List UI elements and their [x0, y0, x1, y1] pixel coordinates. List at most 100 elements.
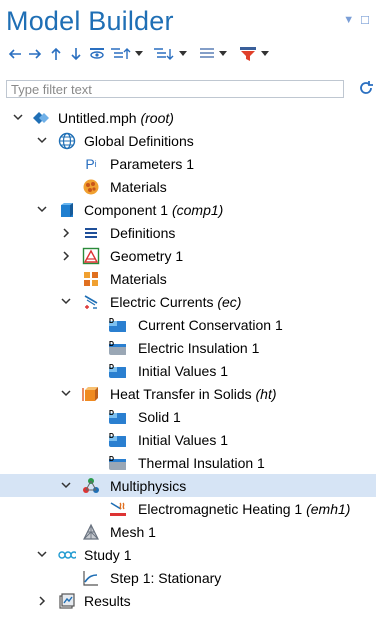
tree-label: Untitled.mph	[58, 109, 137, 126]
tree-item-em-heating[interactable]: Electromagnetic Heating 1 (emh1)	[0, 497, 376, 520]
move-up-icon[interactable]	[46, 44, 66, 64]
restore-icon[interactable]: ☐	[360, 14, 370, 27]
tree-item-root[interactable]: Untitled.mph (root)	[0, 106, 376, 129]
chevron-down-icon[interactable]	[60, 388, 72, 400]
tree-label: Step 1: Stationary	[110, 569, 222, 586]
expand-list-icon[interactable]	[108, 44, 134, 64]
tree-label: Mesh 1	[110, 523, 156, 540]
mesh-icon	[82, 523, 100, 541]
boundary-node-icon: D	[108, 454, 126, 472]
collapse-list-icon[interactable]	[150, 44, 178, 64]
multiphysics-icon	[82, 477, 100, 495]
study-icon	[58, 546, 76, 564]
chevron-down-icon[interactable]	[36, 204, 48, 216]
domain-node-icon: D	[108, 362, 126, 380]
tree-label: Electromagnetic Heating 1	[138, 500, 303, 517]
definitions-icon	[82, 224, 100, 242]
chevron-right-icon[interactable]	[60, 227, 72, 239]
svg-text:D: D	[109, 364, 114, 371]
tree-item-ec-initial-values[interactable]: D Initial Values 1	[0, 359, 376, 382]
tree-label: Global Definitions	[84, 132, 194, 149]
tree-item-multiphysics[interactable]: Multiphysics	[0, 474, 376, 497]
component-cube-icon	[58, 201, 76, 219]
tree-item-current-conservation[interactable]: D Current Conservation 1	[0, 313, 376, 336]
chevron-right-icon[interactable]	[60, 250, 72, 262]
tree-item-geometry[interactable]: Geometry 1	[0, 244, 376, 267]
tree-label: Thermal Insulation 1	[138, 454, 265, 471]
filter-field[interactable]	[6, 80, 344, 98]
tree-label: Current Conservation 1	[138, 316, 283, 333]
chevron-down-icon[interactable]	[60, 296, 72, 308]
list-view-icon[interactable]	[196, 44, 218, 64]
tree-item-global-materials[interactable]: Materials	[0, 175, 376, 198]
svg-text:D: D	[109, 341, 114, 348]
chevron-down-icon[interactable]	[218, 44, 228, 64]
tree-label: Solid 1	[138, 408, 181, 425]
tree-tag: (ec)	[217, 293, 242, 310]
show-icon[interactable]	[86, 44, 108, 64]
chevron-down-icon[interactable]	[36, 549, 48, 561]
chevron-right-icon[interactable]	[36, 595, 48, 607]
tree-label: Electric Insulation 1	[138, 339, 260, 356]
tree-item-electric-currents[interactable]: Electric Currents (ec)	[0, 290, 376, 313]
tree-tag: (root)	[140, 109, 174, 126]
stationary-step-icon	[82, 569, 100, 587]
tree-tag: (emh1)	[306, 500, 351, 517]
move-down-icon[interactable]	[66, 44, 86, 64]
tree-label: Initial Values 1	[138, 362, 229, 379]
domain-node-icon: D	[108, 316, 126, 334]
svg-text:D: D	[109, 433, 114, 440]
electromagnetic-heating-icon	[108, 500, 126, 518]
tree-label: Heat Transfer in Solids	[110, 385, 252, 402]
tree-label: Electric Currents	[110, 293, 214, 310]
results-icon	[58, 592, 76, 610]
filter-funnel-icon[interactable]	[236, 44, 260, 64]
tree-label: Results	[84, 592, 131, 609]
chevron-down-icon[interactable]	[178, 44, 188, 64]
parameters-icon: Pi	[85, 155, 97, 172]
chevron-down-icon[interactable]	[260, 44, 270, 64]
tree-label: Multiphysics	[110, 477, 187, 494]
chevron-down-icon[interactable]	[12, 112, 24, 124]
tree-item-electric-insulation[interactable]: D Electric Insulation 1	[0, 336, 376, 359]
tree-item-materials[interactable]: Materials	[0, 267, 376, 290]
model-tree: Untitled.mph (root) Global Definitions P…	[0, 106, 376, 612]
tree-item-ht-initial-values[interactable]: D Initial Values 1	[0, 428, 376, 451]
tree-item-solid[interactable]: D Solid 1	[0, 405, 376, 428]
svg-text:D: D	[109, 318, 114, 325]
tree-item-thermal-insulation[interactable]: D Thermal Insulation 1	[0, 451, 376, 474]
electric-currents-icon	[82, 293, 100, 311]
toolbar	[6, 44, 270, 64]
tree-item-study[interactable]: Study 1	[0, 543, 376, 566]
model-file-icon	[32, 109, 50, 127]
window-controls: ▼ ☐	[343, 14, 370, 27]
tree-label: Component 1	[84, 201, 169, 218]
tree-item-heat-transfer[interactable]: Heat Transfer in Solids (ht)	[0, 382, 376, 405]
domain-node-icon: D	[108, 431, 126, 449]
tree-label: Parameters 1	[110, 155, 195, 172]
heat-transfer-icon	[82, 385, 100, 403]
tree-item-component[interactable]: Component 1 (comp1)	[0, 198, 376, 221]
geometry-icon	[82, 247, 100, 265]
tree-item-global-definitions[interactable]: Global Definitions	[0, 129, 376, 152]
tree-item-definitions[interactable]: Definitions	[0, 221, 376, 244]
chevron-down-icon[interactable]	[36, 135, 48, 147]
chevron-down-icon[interactable]	[60, 480, 72, 492]
tree-label: Study 1	[84, 546, 132, 563]
tree-label: Materials	[110, 270, 167, 287]
tree-item-step[interactable]: Step 1: Stationary	[0, 566, 376, 589]
forward-arrow-icon[interactable]	[24, 44, 46, 64]
globe-icon	[58, 132, 76, 150]
back-arrow-icon[interactable]	[6, 44, 24, 64]
filter-input[interactable]	[7, 81, 343, 98]
refresh-icon[interactable]	[356, 78, 376, 98]
tree-item-parameters[interactable]: Pi Parameters 1	[0, 152, 376, 175]
materials-icon	[82, 270, 100, 288]
dropdown-arrow-icon[interactable]: ▼	[343, 14, 354, 27]
chevron-down-icon[interactable]	[134, 44, 144, 64]
tree-item-mesh[interactable]: Mesh 1	[0, 520, 376, 543]
tree-label: Geometry 1	[110, 247, 184, 264]
panel-title: Model Builder	[6, 6, 174, 36]
tree-item-results[interactable]: Results	[0, 589, 376, 612]
tree-label: Definitions	[110, 224, 176, 241]
